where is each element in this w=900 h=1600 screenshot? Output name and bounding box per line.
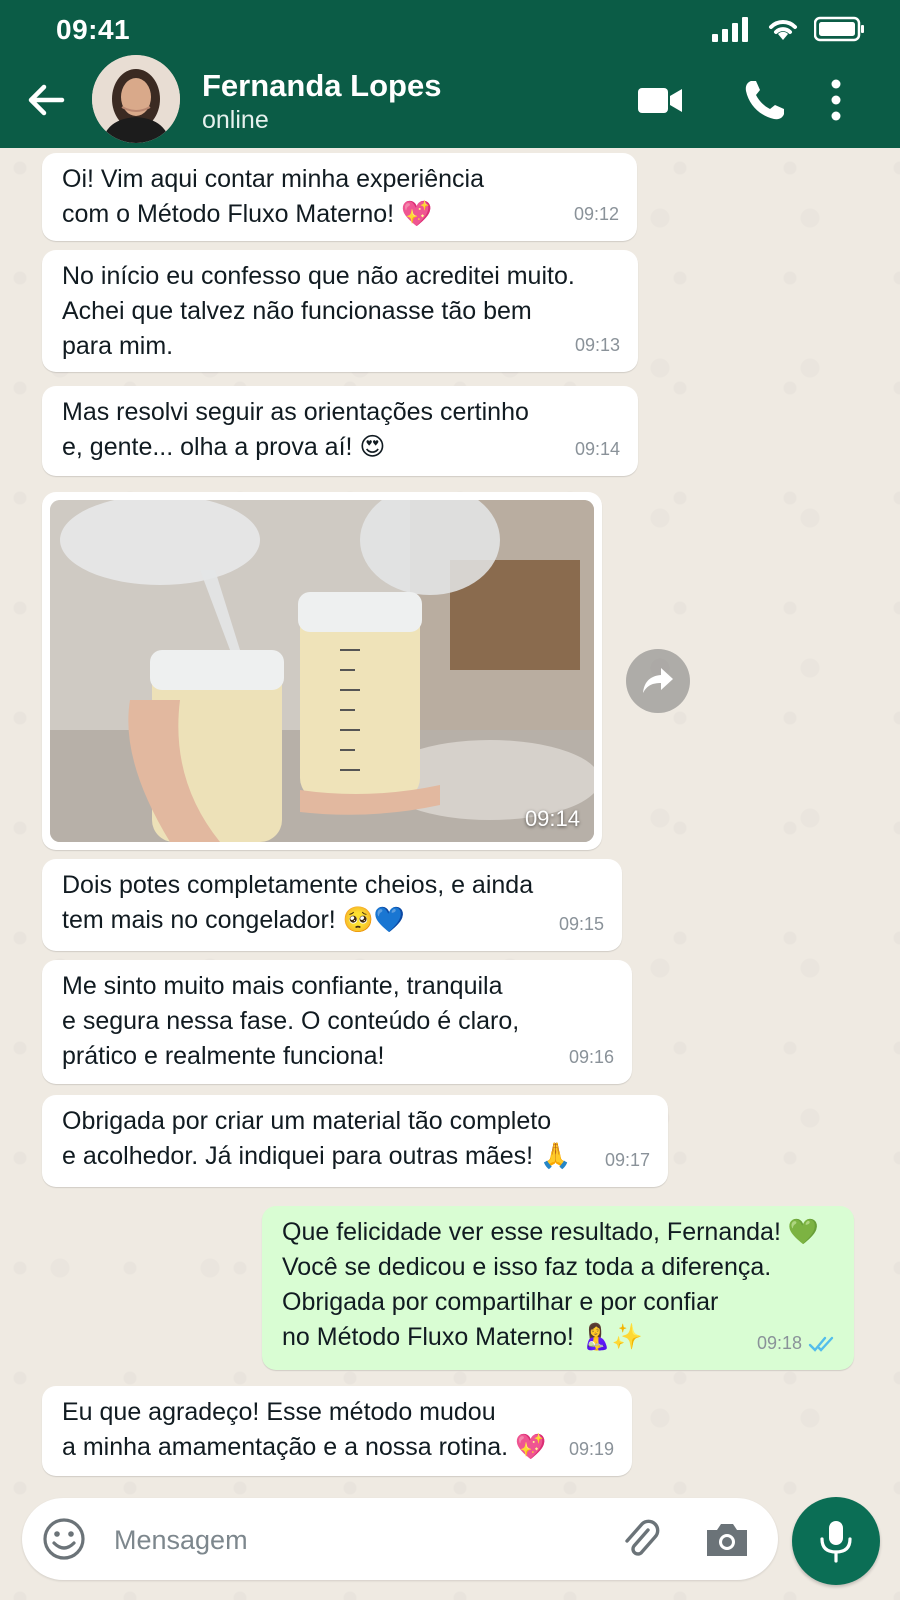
forward-icon (643, 668, 673, 693)
message-bubble[interactable]: Eu que agradeço! Esse método mudou a min… (42, 1386, 632, 1476)
message-text: Me sinto muito mais confiante, tranquila… (62, 972, 520, 1070)
message-input[interactable] (114, 1518, 574, 1562)
microphone-icon (820, 1521, 852, 1563)
back-arrow-icon[interactable] (24, 78, 68, 122)
message-time: 09:17 (604, 1150, 650, 1170)
battery-icon (814, 16, 864, 42)
message-time: 09:12 (573, 204, 619, 224)
camera-icon[interactable] (702, 1516, 752, 1562)
signal-icon (712, 17, 748, 42)
voice-message-button[interactable] (792, 1497, 880, 1585)
image-message[interactable]: 09:14 (42, 492, 602, 850)
message-text: Oi! Vim aqui contar minha experiência co… (62, 165, 484, 228)
breast-milk-bottles-photo[interactable]: 09:14 (50, 500, 594, 842)
message-time: 09:18 (756, 1333, 802, 1353)
message-bubble[interactable]: Mas resolvi seguir as orientações certin… (42, 386, 638, 476)
attach-icon[interactable] (618, 1516, 664, 1562)
outgoing-message-bubble[interactable]: Que felicidade ver esse resultado, Ferna… (262, 1206, 854, 1370)
message-text: No início eu confesso que não acreditei … (62, 262, 575, 360)
message-composer (22, 1498, 778, 1580)
message-time: 09:19 (568, 1439, 614, 1459)
emoji-icon[interactable] (40, 1515, 88, 1563)
image-time: 09:14 (524, 806, 580, 831)
wifi-icon (769, 20, 797, 40)
contact-status: online (202, 106, 269, 134)
more-options-icon[interactable] (826, 76, 876, 124)
message-bubble[interactable]: Dois potes completamente cheios, e ainda… (42, 859, 622, 951)
message-bubble[interactable]: Oi! Vim aqui contar minha experiência co… (42, 153, 637, 241)
message-time: 09:16 (568, 1047, 614, 1067)
video-call-icon[interactable] (636, 76, 686, 124)
status-bar-icons (712, 16, 866, 42)
avatar[interactable] (92, 55, 180, 143)
status-bar-time: 09:41 (56, 14, 131, 45)
message-time: 09:14 (574, 439, 620, 459)
message-text: Que felicidade ver esse resultado, Ferna… (282, 1218, 819, 1351)
message-time: 09:15 (558, 914, 604, 934)
message-text: Mas resolvi seguir as orientações certin… (62, 398, 529, 461)
chat-header: 09:41 Fernanda Lopes online (0, 0, 900, 148)
message-bubble[interactable]: No início eu confesso que não acreditei … (42, 250, 638, 372)
photo-illustration (50, 500, 594, 842)
forward-button[interactable] (626, 649, 690, 713)
message-text: Eu que agradeço! Esse método mudou a min… (62, 1398, 547, 1461)
message-time-status: 09:18 (757, 1326, 836, 1361)
phone-call-icon[interactable] (740, 76, 790, 124)
message-text: Dois potes completamente cheios, e ainda… (62, 871, 534, 934)
message-bubble[interactable]: Obrigada por criar um material tão compl… (42, 1095, 668, 1187)
message-bubble[interactable]: Me sinto muito mais confiante, tranquila… (42, 960, 632, 1084)
message-text: Obrigada por criar um material tão compl… (62, 1107, 572, 1170)
contact-name[interactable]: Fernanda Lopes (202, 68, 441, 104)
message-time: 09:13 (574, 335, 620, 355)
read-receipt-icon (808, 1336, 834, 1352)
